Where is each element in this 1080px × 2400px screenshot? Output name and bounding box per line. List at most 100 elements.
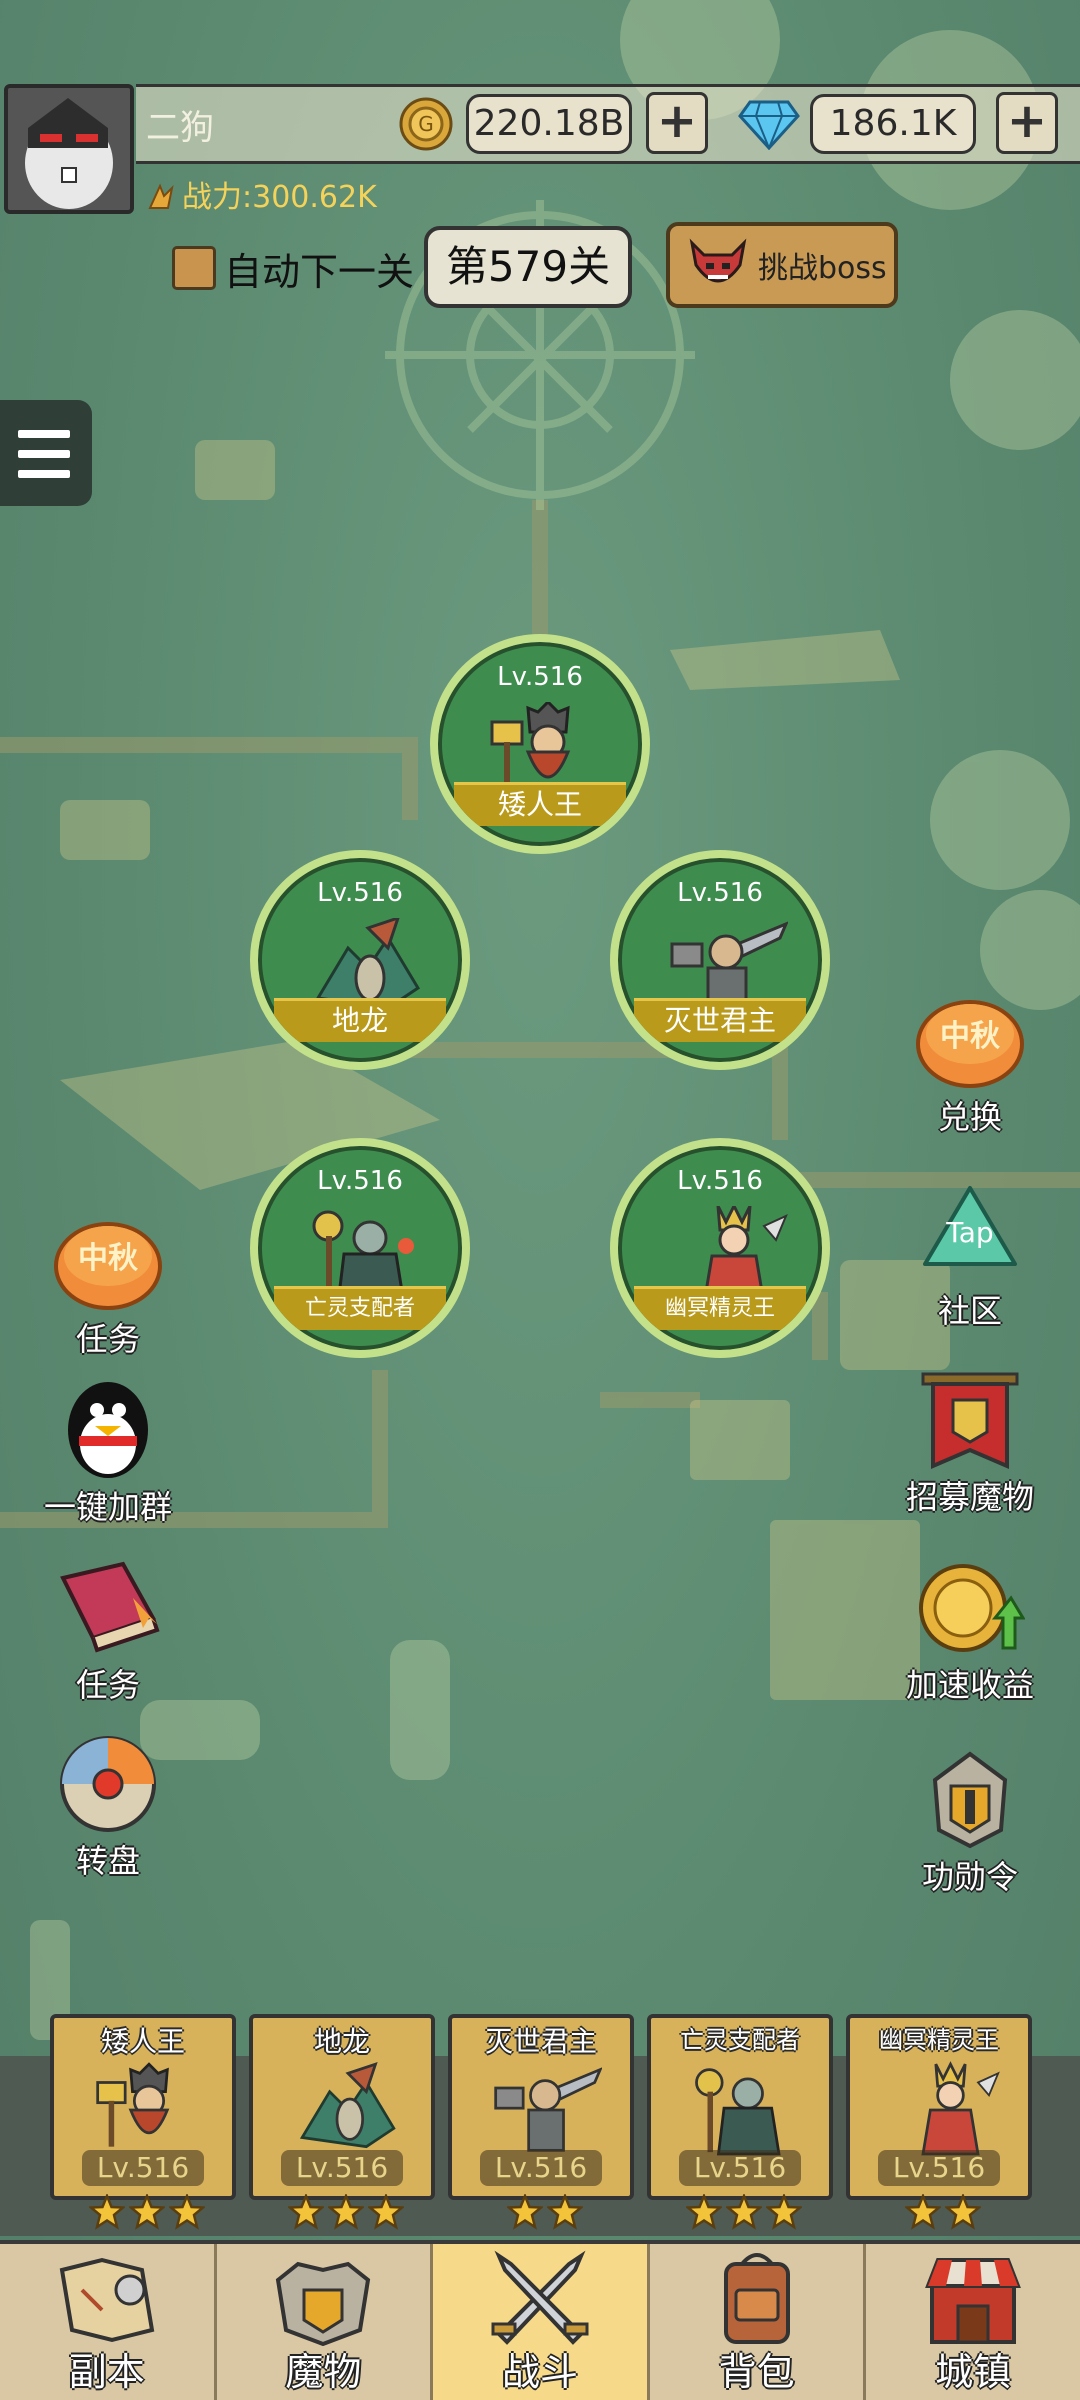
challenge-boss-label: 挑战boss bbox=[758, 251, 887, 286]
backpack-icon bbox=[723, 2253, 790, 2344]
left-task-event-button[interactable]: 中秋 任务 bbox=[38, 1212, 178, 1360]
challenge-boss-button[interactable]: 挑战boss bbox=[666, 222, 898, 308]
crossed-swords-icon bbox=[491, 2250, 589, 2345]
tab-monsters[interactable]: 魔物 bbox=[217, 2244, 434, 2400]
tab-dungeon[interactable]: 副本 bbox=[0, 2244, 217, 2400]
star-icon bbox=[288, 2194, 324, 2230]
formation-slot-2[interactable]: Lv.516 地龙 bbox=[250, 850, 470, 1070]
merit-order-button[interactable]: 功勋令 bbox=[900, 1750, 1040, 1898]
unit-name: 地龙 bbox=[274, 998, 446, 1042]
task-book-label: 任务 bbox=[75, 1666, 140, 1704]
star-icon bbox=[129, 2194, 165, 2230]
wheel-icon bbox=[60, 1736, 156, 1832]
tab-town-label: 城镇 bbox=[935, 2350, 1012, 2394]
star-icon bbox=[686, 2194, 722, 2230]
diamond-icon bbox=[738, 100, 800, 150]
recruit-monster-button[interactable]: 招募魔物 bbox=[900, 1370, 1040, 1518]
tab-battle-label: 战斗 bbox=[501, 2350, 578, 2394]
combat-power: 战力:300.62K bbox=[146, 172, 377, 216]
task-book-button[interactable]: 任务 bbox=[38, 1558, 178, 1706]
world-lord-icon bbox=[494, 2067, 602, 2152]
formation-slot-1[interactable]: Lv.516 矮人王 bbox=[430, 634, 650, 854]
menu-line bbox=[18, 430, 70, 438]
auto-next-label: 自动下一关 bbox=[224, 249, 415, 294]
team-card-2[interactable]: 地龙 Lv.516 bbox=[249, 2014, 435, 2200]
player-name: 二狗 bbox=[146, 108, 214, 148]
left-task-event-label: 任务 bbox=[75, 1320, 140, 1358]
star-icon bbox=[328, 2194, 364, 2230]
community-badge: Tap bbox=[945, 1216, 993, 1249]
combat-power-value: 战力:300.62K bbox=[182, 180, 377, 215]
tab-monsters-label: 魔物 bbox=[285, 2350, 362, 2394]
team-card-5[interactable]: 幽冥精灵王 Lv.516 bbox=[846, 2014, 1032, 2200]
tab-town[interactable]: 城镇 bbox=[866, 2244, 1080, 2400]
star-rating-3 bbox=[448, 2194, 642, 2234]
speed-coin-icon bbox=[919, 1564, 1026, 1652]
star-icon bbox=[905, 2194, 941, 2230]
join-group-button[interactable]: 一键加群 bbox=[38, 1380, 178, 1528]
unit-name: 灭世君主 bbox=[634, 998, 806, 1042]
menu-line bbox=[18, 450, 70, 458]
formation-slot-3[interactable]: Lv.516 灭世君主 bbox=[610, 850, 830, 1070]
player-avatar[interactable] bbox=[4, 84, 134, 214]
undead-ruler-icon bbox=[695, 2068, 781, 2156]
team-card-level: Lv.516 bbox=[281, 2150, 403, 2186]
boss-demon-icon bbox=[689, 238, 747, 283]
star-rating-4 bbox=[647, 2194, 841, 2234]
star-icon bbox=[507, 2194, 543, 2230]
gem-amount: 186.1K bbox=[810, 94, 976, 154]
helmet-icon bbox=[932, 1751, 1008, 1849]
add-gem-button[interactable]: + bbox=[996, 92, 1058, 154]
formation-slot-5[interactable]: Lv.516 幽冥精灵王 bbox=[610, 1138, 830, 1358]
star-icon bbox=[726, 2194, 762, 2230]
power-icon bbox=[148, 183, 174, 209]
auto-next-checkbox[interactable] bbox=[172, 246, 216, 290]
star-icon bbox=[766, 2194, 802, 2230]
task-book-icon bbox=[60, 1561, 160, 1653]
side-menu-button[interactable] bbox=[0, 400, 92, 506]
tab-battle[interactable]: 战斗 bbox=[433, 2244, 650, 2400]
star-rating-2 bbox=[249, 2194, 443, 2234]
team-card-level: Lv.516 bbox=[878, 2150, 1000, 2186]
auto-next-stage-toggle[interactable]: 自动下一关 bbox=[172, 240, 414, 296]
menu-line bbox=[18, 470, 70, 478]
team-card-level: Lv.516 bbox=[82, 2150, 204, 2186]
community-label: 社区 bbox=[937, 1292, 1002, 1330]
speed-up-income-button[interactable]: 加速收益 bbox=[900, 1558, 1040, 1706]
mooncake-icon: 中秋 bbox=[916, 1000, 1024, 1088]
unit-level: Lv.516 bbox=[317, 878, 403, 908]
team-card-name: 地龙 bbox=[313, 2025, 370, 2058]
tab-backpack-label: 背包 bbox=[718, 2350, 795, 2394]
earth-dragon-icon bbox=[299, 2061, 396, 2149]
dwarf-king-icon bbox=[96, 2062, 170, 2147]
exchange-event-button[interactable]: 中秋 兑换 bbox=[900, 990, 1040, 1138]
team-card-3[interactable]: 灭世君主 Lv.516 bbox=[448, 2014, 634, 2200]
speed-up-income-label: 加速收益 bbox=[905, 1666, 1034, 1704]
avatar-icon bbox=[8, 88, 130, 210]
tap-community-icon: Tap bbox=[923, 1186, 1017, 1266]
lucky-wheel-button[interactable]: 转盘 bbox=[38, 1734, 178, 1882]
monster-helmet-icon bbox=[276, 2261, 371, 2347]
tab-dungeon-label: 副本 bbox=[68, 2350, 145, 2394]
mooncake-badge: 中秋 bbox=[78, 1241, 138, 1276]
team-card-4[interactable]: 亡灵支配者 Lv.516 bbox=[647, 2014, 833, 2200]
star-rating-5 bbox=[846, 2194, 1040, 2234]
unit-name: 幽冥精灵王 bbox=[634, 1286, 806, 1330]
team-card-1[interactable]: 矮人王 Lv.516 bbox=[50, 2014, 236, 2200]
mooncake-badge: 中秋 bbox=[940, 1019, 1000, 1054]
star-icon bbox=[89, 2194, 125, 2230]
town-shop-icon bbox=[925, 2258, 1022, 2344]
tab-backpack[interactable]: 背包 bbox=[650, 2244, 867, 2400]
gold-coin-icon: G bbox=[399, 97, 453, 151]
unit-name: 矮人王 bbox=[454, 782, 626, 826]
underworld-elf-king-icon bbox=[921, 2061, 1000, 2156]
add-gold-button[interactable]: + bbox=[646, 92, 708, 154]
merit-order-label: 功勋令 bbox=[921, 1858, 1018, 1896]
community-button[interactable]: Tap 社区 bbox=[900, 1184, 1040, 1332]
formation-slot-4[interactable]: Lv.516 亡灵支配者 bbox=[250, 1138, 470, 1358]
team-card-name: 幽冥精灵王 bbox=[879, 2026, 999, 2054]
bottom-navigation: 副本 魔物 战斗 背包 城镇 bbox=[0, 2240, 1080, 2400]
unit-level: Lv.516 bbox=[677, 1166, 763, 1196]
stage-number: 第579关 bbox=[424, 226, 632, 308]
join-group-label: 一键加群 bbox=[43, 1488, 172, 1526]
